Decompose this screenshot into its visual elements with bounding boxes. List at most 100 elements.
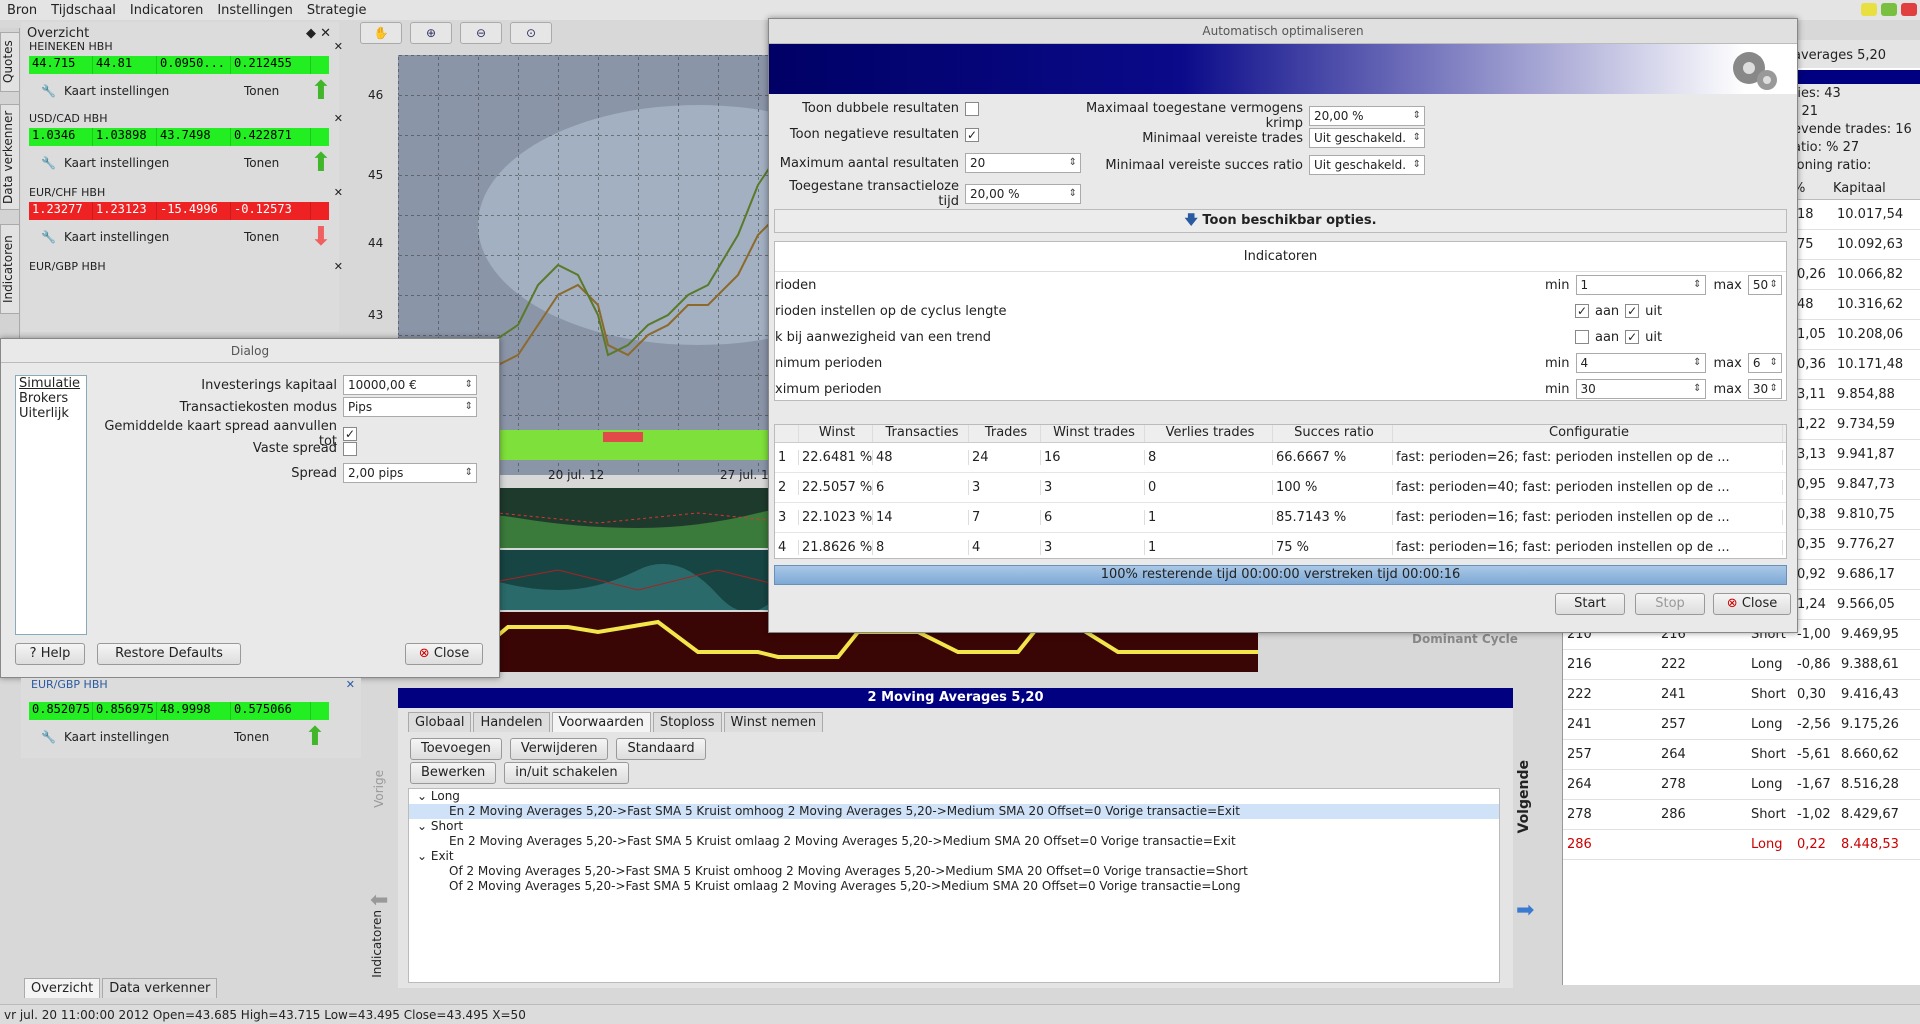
min-input[interactable]: 4 — [1575, 353, 1706, 373]
arrow-right-icon[interactable]: ➡ — [1516, 898, 1534, 923]
show-link[interactable]: Tonen — [244, 84, 310, 98]
chevron-down-icon[interactable]: ⌄ — [417, 819, 431, 833]
tree-group[interactable]: ⌄ Long — [409, 789, 1499, 804]
indicator-options-panel[interactable]: Indicatoren rioden min 1 max 50 rioden instel… — [774, 241, 1787, 401]
column-header[interactable] — [775, 425, 799, 442]
tab-data-verkenner[interactable]: Data verkenner — [102, 978, 218, 998]
category-item[interactable]: Uiterlijk — [16, 406, 86, 421]
table-row[interactable]: 222 241 Short 0,30 9.416,43 — [1563, 680, 1920, 710]
checkbox[interactable] — [343, 441, 357, 456]
min-input[interactable]: 30 — [1575, 379, 1706, 399]
chevron-down-icon[interactable]: ⌄ — [417, 789, 431, 803]
off-checkbox[interactable]: ✓ — [1625, 304, 1640, 318]
table-row[interactable]: 278 286 Short -1,02 8.429,67 — [1563, 800, 1920, 830]
show-link[interactable]: Tonen — [234, 730, 304, 744]
show-link[interactable]: Tonen — [244, 156, 310, 170]
menu-bron[interactable]: Bron — [0, 3, 44, 18]
spin-input[interactable]: 10000,00 € — [343, 375, 477, 395]
tab-handelen[interactable]: Handelen — [473, 712, 550, 732]
toggle-options-button[interactable]: 🡇 Toon beschikbar opties. — [774, 209, 1787, 233]
settings-icon[interactable]: 🔧 — [41, 156, 56, 170]
conditions-tree[interactable]: ⌄ Long En 2 Moving Averages 5,20->Fast SM… — [408, 788, 1500, 983]
hand-tool-icon[interactable]: ✋ — [360, 22, 402, 44]
min-input[interactable]: 1 — [1575, 275, 1706, 295]
close-icon[interactable]: ✕ — [334, 260, 343, 276]
chart-settings-link[interactable]: Kaart instellingen — [64, 230, 244, 244]
on-checkbox[interactable]: ✓ — [1575, 304, 1589, 318]
tab-winst-nemen[interactable]: Winst nemen — [723, 712, 824, 732]
tree-item[interactable]: En 2 Moving Averages 5,20->Fast SMA 5 Kr… — [409, 804, 1499, 819]
zoom-fit-icon[interactable]: ⊙ — [510, 22, 552, 44]
close-button[interactable]: ⊗ Close — [1713, 593, 1791, 615]
zoom-in-icon[interactable]: ⊕ — [410, 22, 452, 44]
tree-group[interactable]: ⌄ Short — [409, 819, 1499, 834]
spin-input[interactable]: Uit geschakeld. — [1309, 128, 1425, 148]
column-header[interactable]: Succes ratio — [1273, 425, 1393, 442]
restore-defaults-button[interactable]: Restore Defaults — [97, 643, 241, 665]
tree-group[interactable]: ⌄ Exit — [409, 849, 1499, 864]
tab-voorwaarden[interactable]: Voorwaarden — [551, 712, 651, 732]
table-row[interactable]: 4 21.8626 % 8 4 3 1 75 % fast: perioden=16; fas… — [775, 533, 1786, 558]
help-button[interactable]: ? Help — [15, 643, 85, 665]
optimizer-results-table[interactable]: Winst Transacties Trades Winst trades Verlie… — [774, 424, 1787, 559]
menu-tijdschaal[interactable]: Tijdschaal — [44, 3, 123, 18]
tab-globaal[interactable]: Globaal — [408, 712, 472, 732]
dialog-close-button[interactable]: ⊗ Close — [405, 643, 483, 665]
table-row[interactable]: 241 257 Long -2,56 9.175,26 — [1563, 710, 1920, 740]
indicator-option-row[interactable]: rioden instellen op de cyclus lengte ✓ aan… — [775, 298, 1786, 324]
tab-indicatoren[interactable]: Indicatoren — [0, 224, 20, 314]
settings-icon[interactable]: 🔧 — [41, 730, 56, 744]
settings-icon[interactable]: 🔧 — [41, 84, 56, 98]
tree-item[interactable]: Of 2 Moving Averages 5,20->Fast SMA 5 Kr… — [409, 864, 1499, 879]
table-row[interactable]: 3 22.1023 % 14 7 6 1 85.7143 % fast: perioden=1… — [775, 503, 1786, 533]
start-button[interactable]: Start — [1555, 593, 1625, 615]
spin-input[interactable]: 20,00 % — [965, 184, 1081, 204]
zoom-out-icon[interactable]: ⊖ — [460, 22, 502, 44]
max-input[interactable]: 6 — [1747, 353, 1782, 373]
column-header[interactable]: Winst — [799, 425, 873, 442]
close-icon[interactable] — [1901, 3, 1917, 16]
menu-strategie[interactable]: Strategie — [300, 3, 374, 18]
tab-stoploss[interactable]: Stoploss — [652, 712, 722, 732]
max-input[interactable]: 30 — [1747, 379, 1782, 399]
menu-instellingen[interactable]: Instellingen — [210, 3, 300, 18]
indicator-option-row[interactable]: k bij aanwezigheid van een trend aan ✓ uit — [775, 324, 1786, 350]
checkbox[interactable]: ✓ — [343, 427, 357, 441]
off-checkbox[interactable]: ✓ — [1625, 330, 1640, 344]
category-list[interactable]: Simulatie Brokers Uiterlijk — [15, 375, 87, 635]
column-header[interactable]: Transacties — [873, 425, 969, 442]
settings-icon[interactable]: 🔧 — [41, 230, 56, 244]
panel-controls[interactable]: ◆ ✕ — [306, 26, 331, 41]
chevron-down-icon[interactable]: ⌄ — [417, 849, 431, 863]
tree-item[interactable]: Of 2 Moving Averages 5,20->Fast SMA 5 Kr… — [409, 879, 1499, 894]
menu-indicatoren[interactable]: Indicatoren — [123, 3, 210, 18]
close-icon[interactable]: ✕ — [334, 40, 343, 56]
close-icon[interactable]: ✕ — [334, 186, 343, 202]
spin-input[interactable]: 2,00 pips — [343, 463, 477, 483]
condition-action-button[interactable]: in/uit schakelen — [504, 762, 629, 784]
tab-overzicht[interactable]: Overzicht — [24, 978, 101, 998]
column-header[interactable]: Verlies trades — [1145, 425, 1273, 442]
previous-label[interactable]: Vorige — [372, 770, 386, 808]
table-row[interactable]: 2 22.5057 % 6 3 3 0 100 % fast: perioden=40; fa… — [775, 473, 1786, 503]
spin-input[interactable]: Uit geschakeld. — [1309, 155, 1425, 175]
toevoegen-button[interactable]: Toevoegen — [410, 738, 502, 760]
table-row[interactable]: 1 22.6481 % 48 24 16 8 66.6667 % fast: perioden… — [775, 443, 1786, 473]
tab-data-verkenner[interactable]: Data verkenner — [0, 104, 20, 210]
table-row[interactable]: 286 Long 0,22 8.448,53 — [1563, 830, 1920, 860]
condition-action-button[interactable]: Bewerken — [410, 762, 497, 784]
on-checkbox[interactable] — [1575, 330, 1589, 344]
show-link[interactable]: Tonen — [244, 230, 310, 244]
close-icon[interactable]: ✕ — [346, 678, 355, 694]
max-input[interactable]: 50 — [1747, 275, 1782, 295]
chart-settings-link[interactable]: Kaart instellingen — [64, 84, 244, 98]
maximize-icon[interactable] — [1881, 3, 1897, 16]
table-row[interactable]: 216 222 Long -0,86 9.388,61 — [1563, 650, 1920, 680]
chart-settings-link[interactable]: Kaart instellingen — [64, 730, 234, 744]
tab-quotes[interactable]: Quotes — [0, 32, 20, 92]
verwijderen-button[interactable]: Verwijderen — [509, 738, 609, 760]
chart-settings-link[interactable]: Kaart instellingen — [64, 156, 244, 170]
spin-input[interactable]: 20,00 % — [1309, 106, 1425, 126]
next-label[interactable]: Volgende — [1516, 760, 1532, 834]
table-row[interactable]: 257 264 Short -5,61 8.660,62 — [1563, 740, 1920, 770]
